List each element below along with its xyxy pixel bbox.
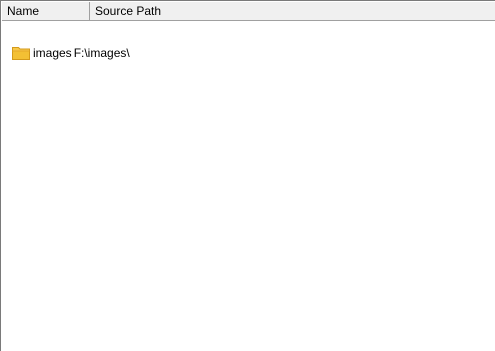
folder-icon [12,46,30,60]
list-header: Name Source Path [2,2,495,21]
cell-name: images [33,46,72,60]
cell-source-path: F:\images\ [73,46,130,60]
list-item[interactable]: images F:\images\ [2,44,130,62]
column-header-source-path[interactable]: Source Path [90,2,495,20]
column-header-name[interactable]: Name [2,2,90,20]
source-list-view[interactable]: Name Source Path images F:\images\ [0,0,495,351]
